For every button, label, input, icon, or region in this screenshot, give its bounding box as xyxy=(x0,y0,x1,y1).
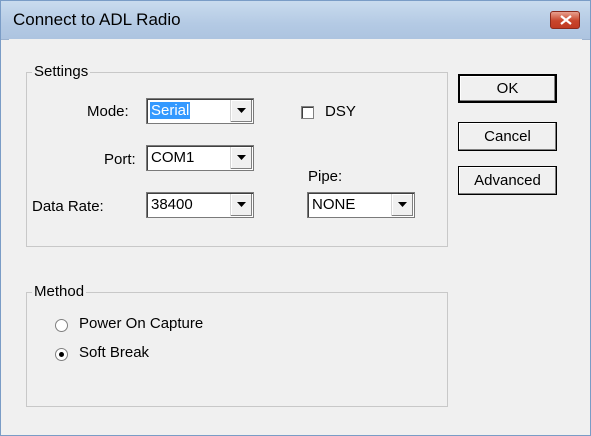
method-group: Method Power On Capture Soft Break xyxy=(26,283,448,407)
soft-break-radio[interactable] xyxy=(55,348,68,361)
port-label: Port: xyxy=(104,151,136,168)
close-button[interactable] xyxy=(550,11,580,29)
pipe-label: Pipe: xyxy=(308,168,343,185)
power-on-capture-radio[interactable] xyxy=(55,319,68,332)
dsy-checkbox[interactable] xyxy=(301,106,314,119)
dsy-label: DSY xyxy=(325,103,356,120)
pipe-combo[interactable]: NONE xyxy=(307,192,415,218)
method-group-label: Method xyxy=(32,283,87,300)
advanced-button[interactable]: Advanced xyxy=(458,166,557,195)
mode-value: Serial xyxy=(150,102,191,119)
port-value: COM1 xyxy=(151,149,195,166)
mode-dropdown-arrow[interactable] xyxy=(230,100,252,122)
data-rate-label: Data Rate: xyxy=(32,198,104,215)
settings-group: Settings Mode: Serial DSY Port: COM1 Pip… xyxy=(26,63,448,247)
pipe-dropdown-arrow[interactable] xyxy=(391,194,413,216)
cancel-button[interactable]: Cancel xyxy=(458,122,557,151)
ok-button[interactable]: OK xyxy=(458,74,557,103)
pipe-value: NONE xyxy=(312,196,356,213)
window-title: Connect to ADL Radio xyxy=(13,10,181,29)
close-icon xyxy=(560,15,572,25)
title-bar[interactable]: Connect to ADL Radio xyxy=(1,1,590,40)
data-rate-value: 38400 xyxy=(151,196,193,213)
data-rate-combo[interactable]: 38400 xyxy=(146,192,254,218)
radio-selected-dot xyxy=(59,352,64,357)
chevron-down-icon xyxy=(237,108,246,113)
port-dropdown-arrow[interactable] xyxy=(230,147,252,169)
chevron-down-icon xyxy=(237,202,246,207)
dialog-window: Connect to ADL Radio Settings Mode: Seri… xyxy=(0,0,591,436)
chevron-down-icon xyxy=(398,202,407,207)
settings-group-label: Settings xyxy=(32,63,91,80)
chevron-down-icon xyxy=(237,155,246,160)
mode-label: Mode: xyxy=(87,103,129,120)
data-rate-dropdown-arrow[interactable] xyxy=(230,194,252,216)
mode-combo[interactable]: Serial xyxy=(146,98,254,124)
power-on-capture-label: Power On Capture xyxy=(79,315,204,332)
soft-break-label: Soft Break xyxy=(79,344,150,361)
port-combo[interactable]: COM1 xyxy=(146,145,254,171)
dialog-client-area: Settings Mode: Serial DSY Port: COM1 Pip… xyxy=(9,39,582,435)
